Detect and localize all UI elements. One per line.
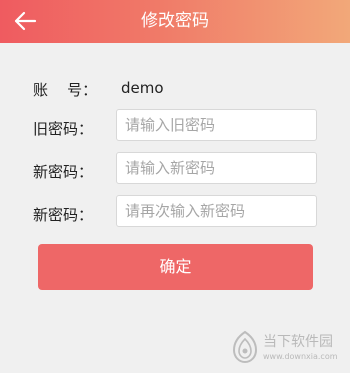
new-password-label: 新密码： [33,163,94,181]
account-value: demo [121,79,164,97]
page-title: 修改密码 [141,11,209,31]
confirm-password-input[interactable] [116,195,317,227]
account-label: 账 号： [33,81,98,99]
old-password-input[interactable] [116,109,317,141]
title-bar: 修改密码 [0,0,350,43]
new-password-input[interactable] [116,152,317,184]
watermark-title: 当下软件园 [263,334,333,350]
downxia-logo-icon [232,330,258,364]
confirm-button[interactable]: 确定 [38,244,313,290]
confirm-password-label: 新密码： [33,206,94,224]
watermark-url: www.downxia.com [263,352,338,361]
old-password-label: 旧密码： [33,120,94,138]
watermark: 当下软件园 www.downxia.com [230,330,348,366]
